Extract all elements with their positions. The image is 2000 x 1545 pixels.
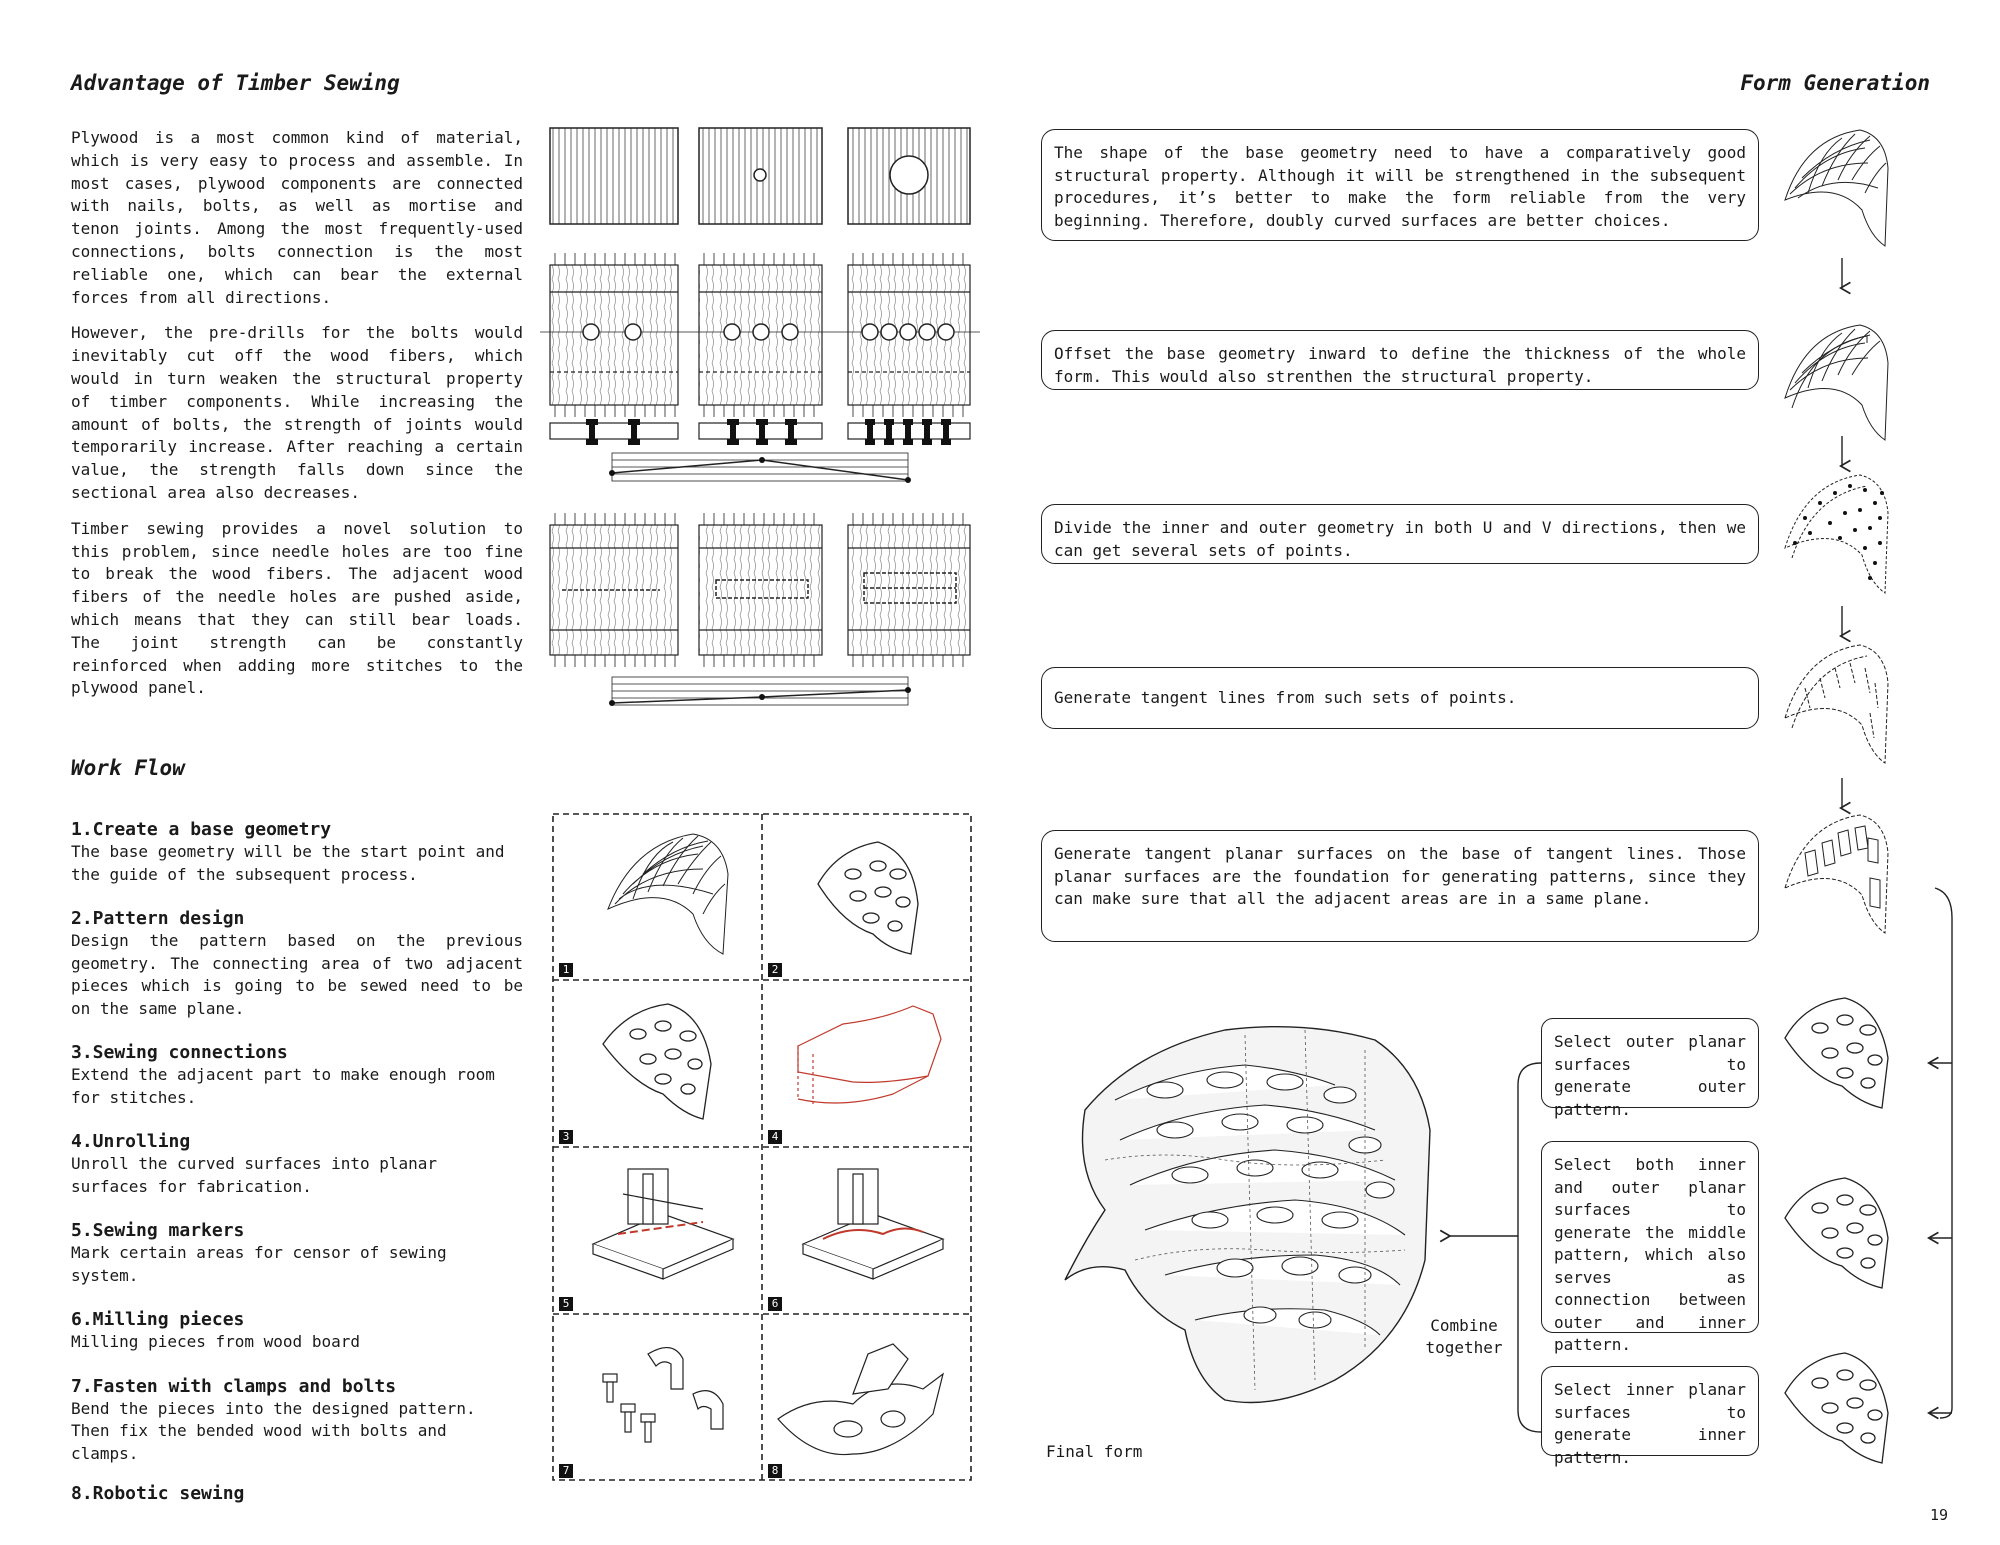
workflow-step: 1.Create a base geometry The base geomet… <box>71 819 523 886</box>
form-step-text: Divide the inner and outer geometry in b… <box>1054 518 1746 560</box>
form-step-text: Offset the base geometry inward to defin… <box>1054 344 1746 386</box>
form-generation-heading: Form Generation <box>1740 71 1930 95</box>
workflow-image-grid <box>552 813 972 1481</box>
workflow-steps: 1.Create a base geometry The base geomet… <box>71 819 523 1505</box>
page-number: 19 <box>1930 1506 1949 1524</box>
selection-box-middle: Select both inner and outer planar surfa… <box>1541 1141 1759 1354</box>
selection-text: Select inner planar surfaces to generate… <box>1554 1380 1746 1467</box>
selection-box-outer: Select outer planar surfaces to generate… <box>1541 1018 1759 1119</box>
advantage-paragraph-3: Timber sewing provides a novel solution … <box>71 518 523 698</box>
workflow-step-title: 4.Unrolling <box>71 1131 191 1152</box>
workflow-step-title: 3.Sewing connections <box>71 1042 288 1063</box>
workflow-step: 3.Sewing connections Extend the adjacent… <box>71 1042 523 1109</box>
selection-box-inner: Select inner planar surfaces to generate… <box>1541 1366 1759 1467</box>
advantage-paragraph-1: Plywood is a most common kind of materia… <box>71 128 523 307</box>
workflow-step: 2.Pattern design Design the pattern base… <box>71 908 523 1020</box>
workflow-step-desc: Bend the pieces into the designed patter… <box>71 1398 476 1463</box>
selection-text: Select both inner and outer planar surfa… <box>1554 1155 1746 1354</box>
grid-number-badge: 2 <box>768 963 782 977</box>
workflow-step-desc: The base geometry will be the start poin… <box>71 842 505 884</box>
workflow-step: 6.Milling pieces Milling pieces from woo… <box>71 1309 523 1354</box>
workflow-step-desc: Mark certain areas for censor of sewing … <box>71 1243 447 1285</box>
workflow-step-desc: Unroll the curved surfaces into planar s… <box>71 1154 438 1196</box>
workflow-step-title: 5.Sewing markers <box>71 1220 245 1241</box>
advantage-heading: Advantage of Timber Sewing <box>71 71 400 95</box>
workflow-step-title: 1.Create a base geometry <box>71 819 332 840</box>
form-step-box: The shape of the base geometry need to h… <box>1041 129 1759 241</box>
form-step-box: Divide the inner and outer geometry in b… <box>1041 504 1759 564</box>
grid-number-badge: 4 <box>768 1130 782 1144</box>
workflow-step: 8.Robotic sewing <box>71 1483 523 1505</box>
form-generation-sequence <box>1784 129 1953 1464</box>
final-form-drawing <box>1064 1025 1431 1404</box>
grid-number-badge: 5 <box>559 1297 573 1311</box>
workflow-step-desc: Extend the adjacent part to make enough … <box>71 1065 495 1107</box>
grid-number-badge: 8 <box>768 1464 782 1478</box>
form-step-box: Generate tangent planar surfaces on the … <box>1041 830 1759 942</box>
workflow-step: 7.Fasten with clamps and bolts Bend the … <box>71 1376 523 1466</box>
grid-number-badge: 6 <box>768 1297 782 1311</box>
grid-number-badge: 3 <box>559 1130 573 1144</box>
workflow-step-title: 7.Fasten with clamps and bolts <box>71 1375 397 1397</box>
wood-fiber-diagrams <box>540 127 980 706</box>
grid-number-badge: 1 <box>559 963 573 977</box>
workflow-step-title: 6.Milling pieces <box>71 1309 245 1330</box>
workflow-step-desc: Milling pieces from wood board <box>71 1332 360 1351</box>
form-step-box: Generate tangent lines from such sets of… <box>1041 667 1759 729</box>
form-step-box: Offset the base geometry inward to defin… <box>1041 330 1759 390</box>
selection-text: Select outer planar surfaces to generate… <box>1554 1032 1746 1119</box>
advantage-paragraph-2: However, the pre-drills for the bolts wo… <box>71 323 523 502</box>
workflow-heading: Work Flow <box>71 756 185 780</box>
workflow-step-desc: Design the pattern based on the previous… <box>71 931 523 1018</box>
workflow-step: 4.Unrolling Unroll the curved surfaces i… <box>71 1131 523 1198</box>
advantage-text: Plywood is a most common kind of materia… <box>71 127 523 700</box>
workflow-step: 5.Sewing markers Mark certain areas for … <box>71 1220 523 1287</box>
form-step-text: Generate tangent planar surfaces on the … <box>1054 844 1746 908</box>
form-step-text: The shape of the base geometry need to h… <box>1054 143 1746 230</box>
grid-number-badge: 7 <box>559 1464 573 1478</box>
form-step-text: Generate tangent lines from such sets of… <box>1054 688 1517 707</box>
workflow-step-title: 8.Robotic sewing <box>71 1483 245 1504</box>
combine-bracket <box>1439 1062 1542 1433</box>
workflow-step-title: 2.Pattern design <box>71 908 245 929</box>
final-form-label: Final form <box>1046 1442 1143 1461</box>
